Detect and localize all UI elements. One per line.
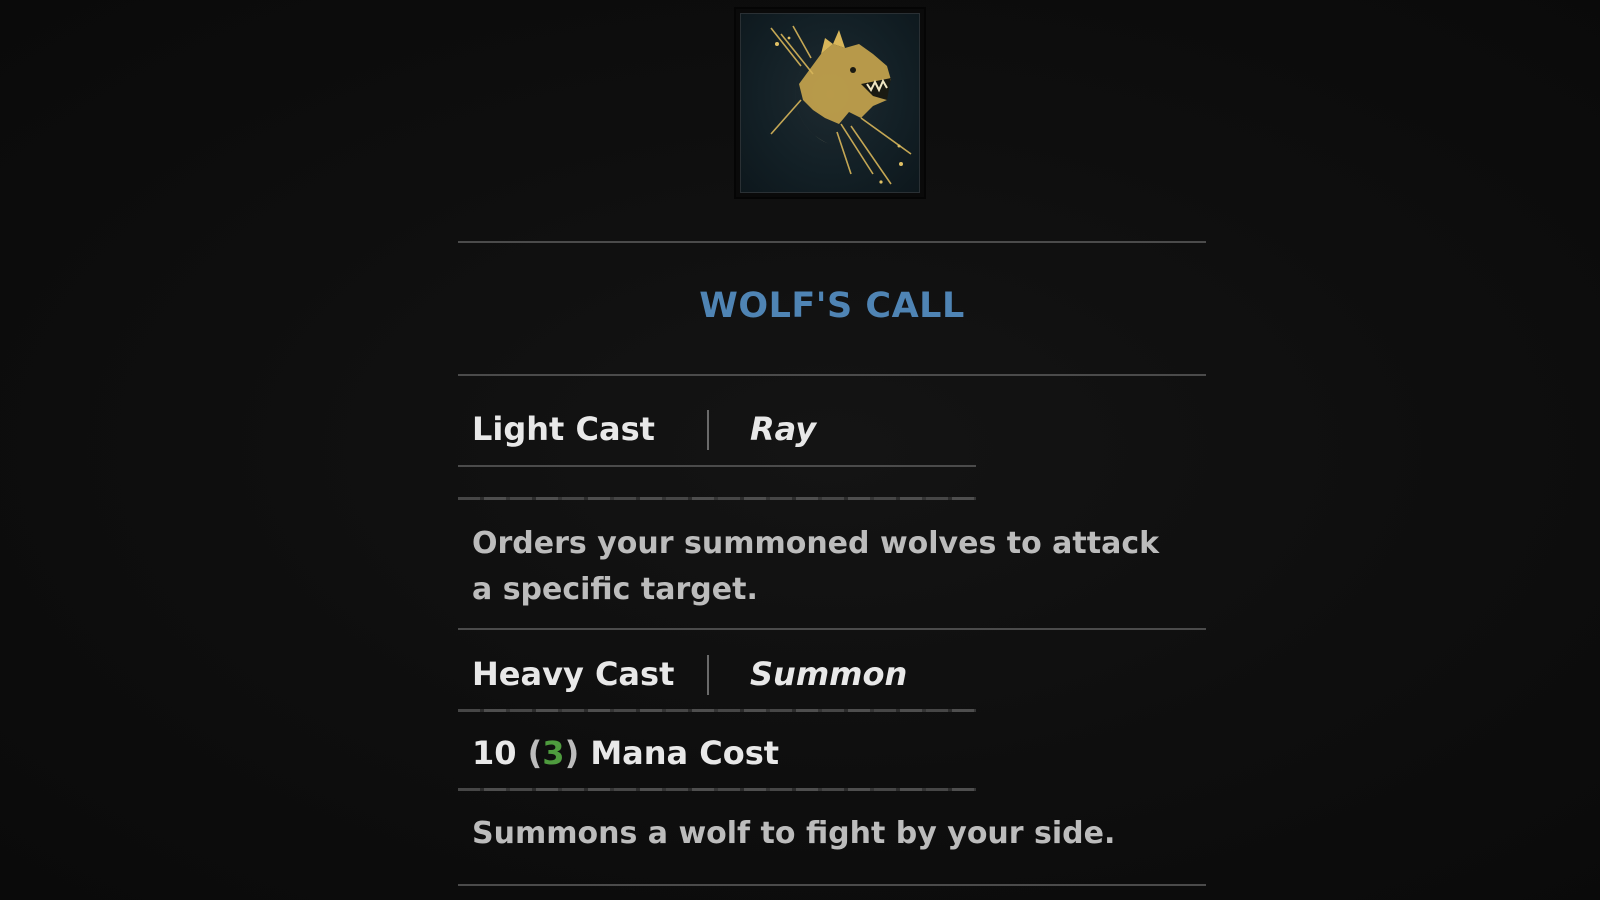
mana-cost-close-paren: ) bbox=[564, 734, 580, 772]
mana-cost-reduced: 3 bbox=[542, 734, 565, 772]
divider bbox=[458, 709, 976, 712]
light-cast-type: Ray bbox=[750, 410, 817, 448]
ability-title: WOLF'S CALL bbox=[699, 286, 965, 326]
divider bbox=[458, 497, 976, 500]
divider bbox=[458, 374, 1206, 376]
divider bbox=[458, 465, 976, 467]
divider bbox=[458, 884, 1206, 886]
divider bbox=[458, 241, 1206, 243]
light-cast-label: Light Cast bbox=[472, 410, 655, 448]
light-cast-separator bbox=[707, 410, 709, 450]
divider bbox=[458, 628, 1206, 630]
heavy-cast-type: Summon bbox=[750, 655, 908, 693]
light-cast-description: Orders your summoned wolves to attack a … bbox=[472, 526, 1160, 607]
wolf-crescent-moon-icon bbox=[740, 13, 920, 193]
mana-cost-base: 10 bbox=[472, 734, 517, 772]
ability-tooltip: WOLF'S CALL Light Cast Ray Orders your s… bbox=[0, 0, 1600, 900]
ability-icon-frame bbox=[734, 7, 926, 199]
mana-cost-label: Mana Cost bbox=[590, 734, 780, 772]
heavy-cast-separator bbox=[707, 655, 709, 695]
divider bbox=[458, 788, 976, 791]
heavy-cast-description: Summons a wolf to fight by your side. bbox=[472, 816, 1116, 851]
mana-cost: 10 (3) Mana Cost bbox=[472, 734, 779, 772]
mana-cost-open-paren: ( bbox=[527, 734, 543, 772]
heavy-cast-label: Heavy Cast bbox=[472, 655, 675, 693]
